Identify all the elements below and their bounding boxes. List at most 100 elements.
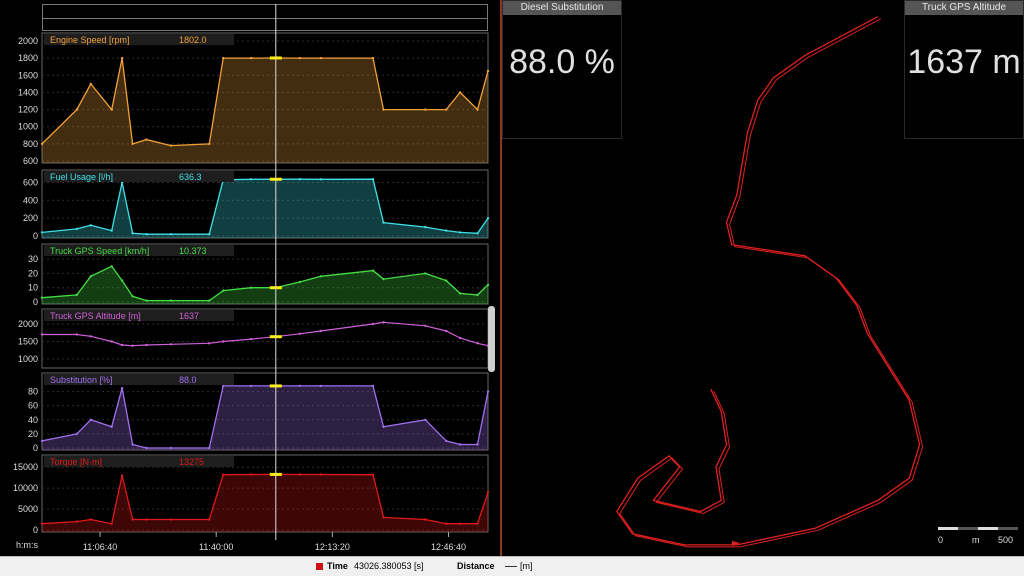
data-point (145, 343, 148, 347)
y-tick-label: 0 (33, 443, 38, 453)
data-point (298, 473, 301, 476)
data-point (40, 439, 44, 443)
data-point (89, 82, 93, 86)
data-point (445, 522, 448, 525)
scale-bar-segment (998, 527, 1018, 530)
y-tick-label: 1800 (18, 53, 38, 63)
vertical-scrollbar[interactable] (488, 306, 495, 372)
data-point (110, 425, 113, 428)
data-point (249, 384, 253, 388)
data-point (319, 384, 322, 388)
y-tick-label: 1400 (18, 87, 38, 97)
scale-bar-unit: m (972, 535, 980, 545)
data-point (40, 142, 44, 146)
data-point (75, 227, 79, 231)
data-point (169, 343, 173, 346)
data-point (89, 518, 93, 521)
y-tick-label: 600 (23, 156, 38, 166)
time-value: 43026.380053 [s] (354, 561, 424, 571)
data-point (319, 473, 322, 476)
y-tick-label: 0 (33, 297, 38, 307)
distance-dash-icon (505, 566, 517, 567)
data-point (371, 322, 375, 326)
data-point (40, 333, 44, 336)
series-readout: 1637 (179, 311, 199, 321)
data-point (298, 178, 301, 181)
tile-value: 88.0 % (509, 43, 615, 81)
data-point (169, 233, 173, 236)
y-tick-label: 10 (28, 283, 38, 293)
y-tick-label: 20 (28, 429, 38, 439)
series-legend-label: Truck GPS Altitude [m] (50, 311, 141, 321)
data-point (458, 522, 462, 525)
data-point (131, 344, 134, 347)
data-point (424, 225, 427, 229)
data-point (120, 343, 124, 347)
data-point (298, 332, 301, 335)
data-point (249, 286, 253, 289)
status-bar: Time 43026.380053 [s] Distance [m] (0, 556, 1024, 576)
gps-track-line-return (619, 18, 924, 548)
gps-altitude-tile[interactable]: Truck GPS Altitude 1637 m (904, 0, 1024, 139)
series-legend-label: Truck GPS Speed [km/h] (50, 246, 149, 256)
data-point (424, 108, 427, 111)
data-point (169, 446, 173, 450)
data-point (382, 321, 385, 324)
data-point (75, 520, 79, 523)
data-point (145, 446, 148, 450)
data-point (486, 217, 490, 220)
y-tick-label: 5000 (18, 504, 38, 514)
y-tick-label: 0 (33, 231, 38, 241)
data-point (382, 221, 385, 224)
data-point (319, 329, 322, 333)
data-point (110, 265, 113, 268)
data-point (75, 432, 79, 436)
data-point (145, 299, 148, 302)
data-point (222, 473, 225, 476)
data-point (222, 340, 225, 343)
data-point (298, 280, 301, 284)
scale-bar-start: 0 (938, 535, 943, 545)
data-point (424, 272, 427, 275)
data-point (169, 299, 173, 302)
data-point (382, 277, 385, 281)
x-tick-label: 11:40:00 (199, 542, 233, 552)
telemetry-app: 2000 1800 1600 1400 1200 1000 800 600 Engine Spe… (0, 0, 1024, 576)
data-point (486, 283, 490, 287)
y-tick-label: 0 (33, 525, 38, 535)
data-point (110, 229, 113, 232)
data-point (424, 518, 427, 521)
data-point (75, 293, 79, 297)
data-point (486, 491, 490, 494)
strip-chart-panel: 2000 1800 1600 1400 1200 1000 800 600 Engine Spe… (0, 0, 502, 556)
data-point (371, 178, 375, 181)
data-point (89, 335, 93, 338)
diesel-substitution-tile[interactable]: Diesel Substitution 88.0 % (502, 0, 622, 139)
y-tick-label: 1500 (18, 337, 38, 347)
data-point (458, 336, 462, 340)
data-point (131, 295, 134, 298)
series-legend-label: Engine Speed [rpm] (50, 35, 130, 45)
data-point (298, 56, 301, 60)
data-point (110, 108, 113, 111)
data-point (424, 324, 427, 327)
time-format-label: h:m:s (16, 540, 39, 550)
data-point (131, 232, 134, 235)
data-point (131, 142, 134, 146)
scale-bar: 0 m 500 (938, 527, 1018, 545)
data-point (486, 69, 490, 73)
y-tick-label: 1000 (18, 354, 38, 364)
series-readout: 13275 (179, 457, 204, 467)
y-tick-label: 20 (28, 268, 38, 278)
y-tick-label: 1600 (18, 70, 38, 80)
y-tick-label: 80 (28, 387, 38, 397)
y-tick-label: 1000 (18, 122, 38, 132)
distance-unit: [m] (520, 561, 533, 571)
gps-map-panel[interactable]: 0 m 500 Diesel Substitution 88.0 % Truck… (502, 0, 1024, 556)
data-point (298, 384, 301, 388)
data-point (40, 296, 44, 299)
data-point (424, 418, 427, 421)
data-point (89, 418, 93, 421)
strip-charts[interactable]: 200018001600140012001000800600Engine Spe… (0, 0, 500, 556)
x-tick-label: 11:06:40 (83, 542, 117, 552)
